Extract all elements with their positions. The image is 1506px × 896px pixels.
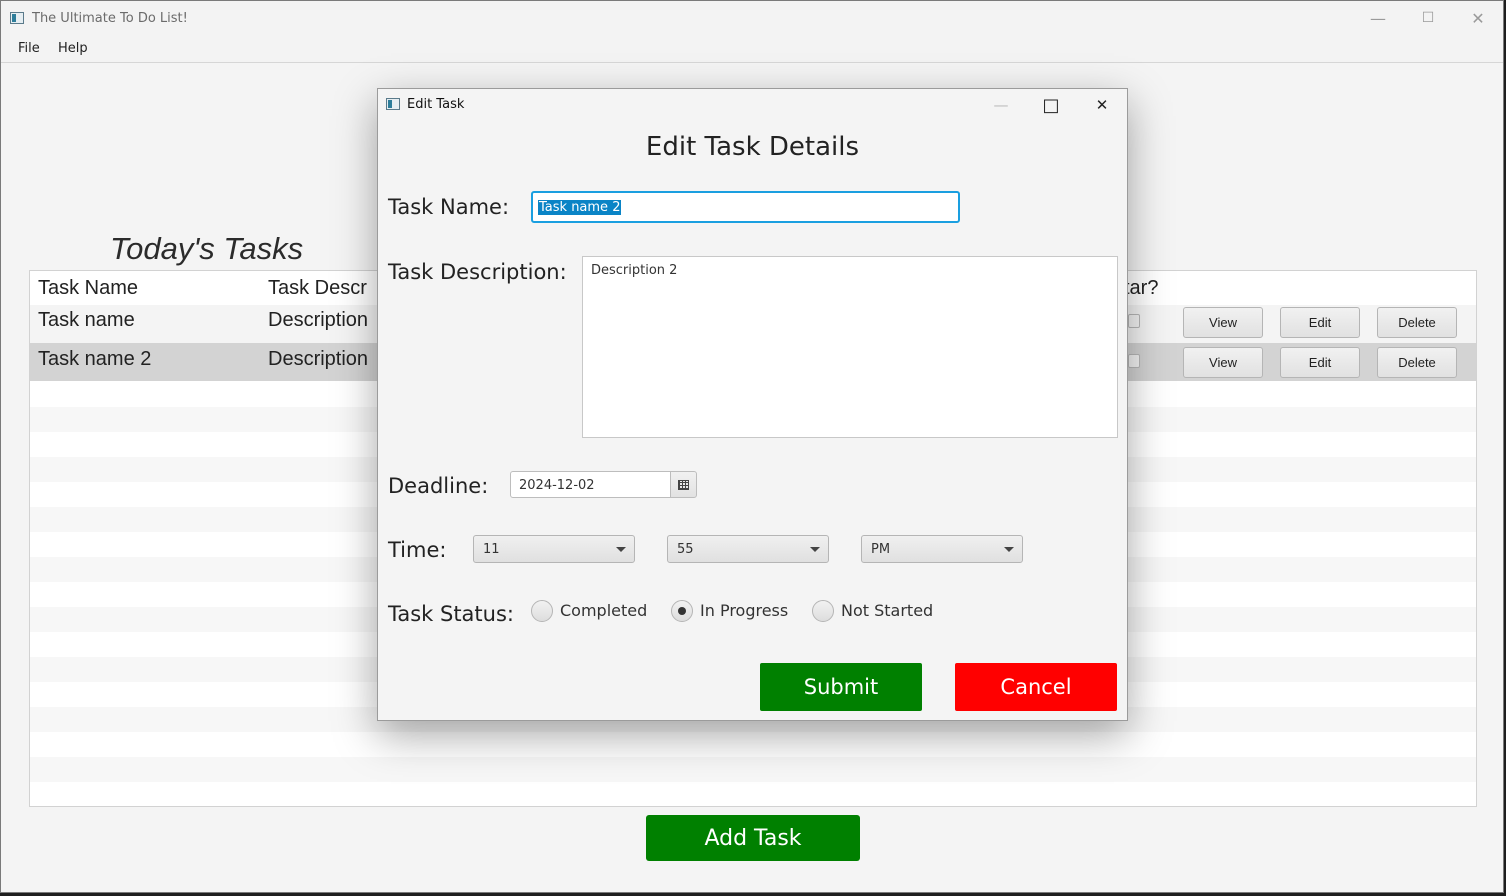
row-task-name: Task name 2 xyxy=(38,348,152,370)
hour-select[interactable]: 11 xyxy=(473,535,635,563)
star-checkbox[interactable] xyxy=(1128,354,1140,368)
menu-help[interactable]: Help xyxy=(58,41,88,56)
main-titlebar[interactable]: The Ultimate To Do List! — ☐ ✕ xyxy=(1,1,1503,35)
hour-value: 11 xyxy=(483,542,500,557)
column-header-task-description[interactable]: Task Descr xyxy=(268,277,367,300)
ampm-select[interactable]: PM xyxy=(861,535,1023,563)
task-name-input[interactable]: Task name 2 xyxy=(531,191,960,223)
view-button[interactable]: View xyxy=(1183,347,1263,378)
task-name-label: Task Name: xyxy=(388,195,510,219)
window-title: The Ultimate To Do List! xyxy=(32,11,188,26)
dialog-close-button[interactable]: ✕ xyxy=(1079,89,1125,121)
page-title: Today's Tasks xyxy=(110,231,304,266)
dialog-app-icon xyxy=(386,98,400,110)
status-radio-completed[interactable] xyxy=(531,600,553,622)
time-label: Time: xyxy=(388,538,447,562)
deadline-label: Deadline: xyxy=(388,474,489,498)
minimize-button[interactable]: — xyxy=(1353,1,1403,35)
chevron-down-icon xyxy=(616,547,626,552)
row-task-description: Description xyxy=(268,309,369,331)
dialog-minimize-button[interactable]: — xyxy=(978,89,1024,121)
dialog-title: Edit Task xyxy=(407,97,465,112)
dialog-maximize-button[interactable]: □ xyxy=(1028,89,1074,121)
ampm-value: PM xyxy=(871,542,891,557)
column-header-star[interactable]: tar? xyxy=(1124,277,1158,300)
status-label-not-started[interactable]: Not Started xyxy=(841,601,933,620)
close-button[interactable]: ✕ xyxy=(1453,1,1503,35)
date-picker-button[interactable] xyxy=(670,471,697,498)
delete-button[interactable]: Delete xyxy=(1377,347,1457,378)
calendar-icon xyxy=(678,479,689,490)
deadline-date-input[interactable]: 2024-12-02 xyxy=(510,471,671,498)
chevron-down-icon xyxy=(1004,547,1014,552)
menu-file[interactable]: File xyxy=(18,41,40,56)
add-task-button[interactable]: Add Task xyxy=(646,815,860,861)
dialog-titlebar[interactable]: Edit Task — □ ✕ xyxy=(378,89,1127,121)
status-radio-not-started[interactable] xyxy=(812,600,834,622)
task-description-label: Task Description: xyxy=(388,260,567,284)
menu-bar: File Help xyxy=(1,35,1503,63)
status-label-completed[interactable]: Completed xyxy=(560,601,647,620)
cancel-button[interactable]: Cancel xyxy=(955,663,1117,711)
task-name-value: Task name 2 xyxy=(538,199,622,215)
edit-button[interactable]: Edit xyxy=(1280,347,1360,378)
view-button[interactable]: View xyxy=(1183,307,1263,338)
app-icon xyxy=(10,12,24,24)
dialog-heading: Edit Task Details xyxy=(645,132,860,162)
empty-row xyxy=(30,757,1476,782)
star-checkbox[interactable] xyxy=(1128,314,1140,328)
column-header-task-name[interactable]: Task Name xyxy=(38,277,138,300)
chevron-down-icon xyxy=(810,547,820,552)
minute-value: 55 xyxy=(677,542,694,557)
submit-button[interactable]: Submit xyxy=(760,663,922,711)
status-radio-in-progress[interactable] xyxy=(671,600,693,622)
row-task-description: Description xyxy=(268,348,369,370)
row-task-name: Task name xyxy=(38,309,135,331)
edit-task-dialog: Edit Task — □ ✕ Edit Task Details Task N… xyxy=(377,88,1128,721)
task-description-textarea[interactable]: Description 2 xyxy=(582,256,1118,438)
delete-button[interactable]: Delete xyxy=(1377,307,1457,338)
minute-select[interactable]: 55 xyxy=(667,535,829,563)
maximize-button[interactable]: ☐ xyxy=(1403,1,1453,35)
edit-button[interactable]: Edit xyxy=(1280,307,1360,338)
status-label-in-progress[interactable]: In Progress xyxy=(700,601,788,620)
task-status-label: Task Status: xyxy=(388,602,514,626)
